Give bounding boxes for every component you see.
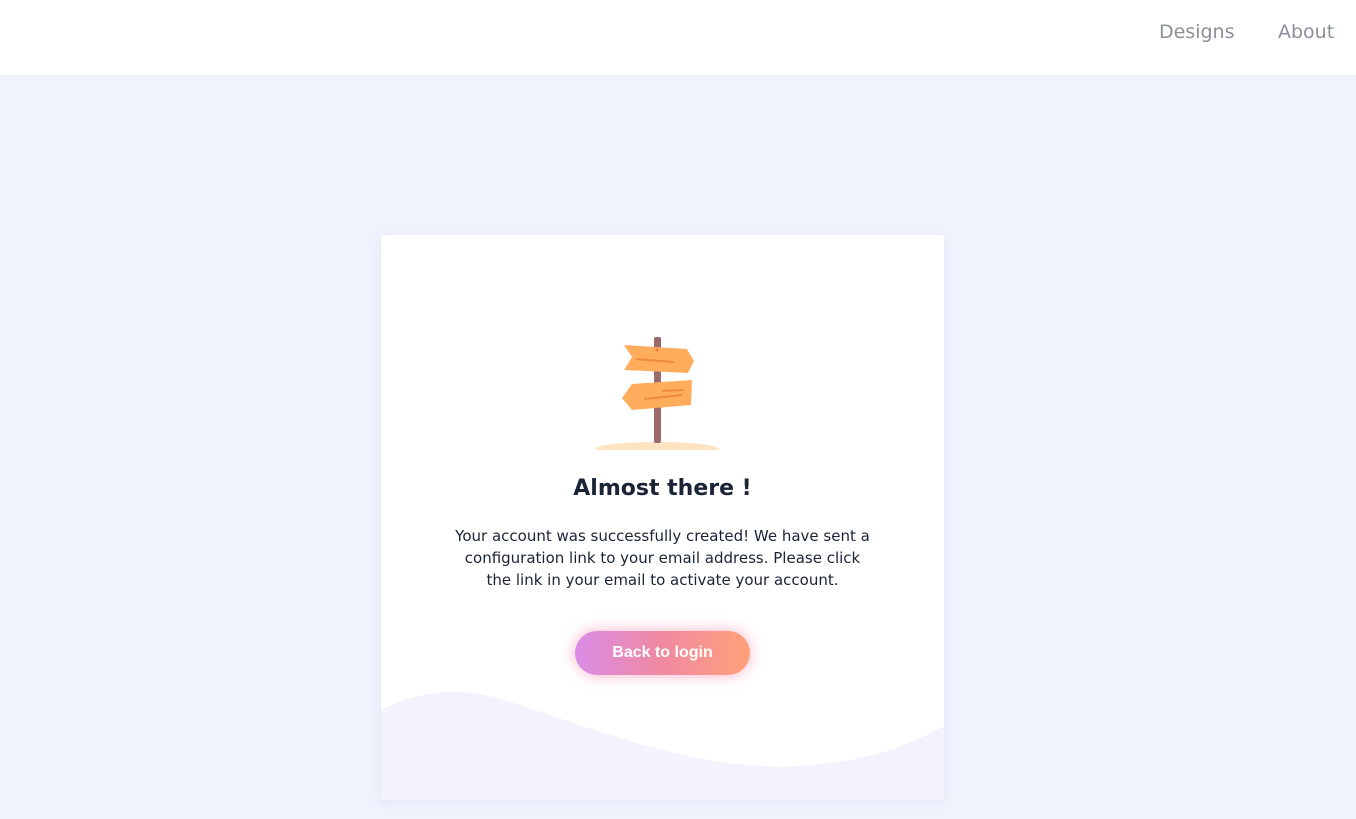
confirmation-card: Almost there ! Your account was successf…: [381, 235, 944, 800]
confirmation-message: Your account was successfully created! W…: [455, 527, 870, 589]
back-to-login-button[interactable]: Back to login: [575, 631, 750, 675]
page-title: Almost there !: [573, 476, 752, 501]
top-navbar: Designs About: [0, 0, 1356, 75]
decorative-wave: [381, 691, 944, 800]
nav-link-about[interactable]: About: [1278, 21, 1334, 43]
nav-link-designs[interactable]: Designs: [1159, 21, 1235, 43]
signpost-icon: [596, 337, 719, 450]
